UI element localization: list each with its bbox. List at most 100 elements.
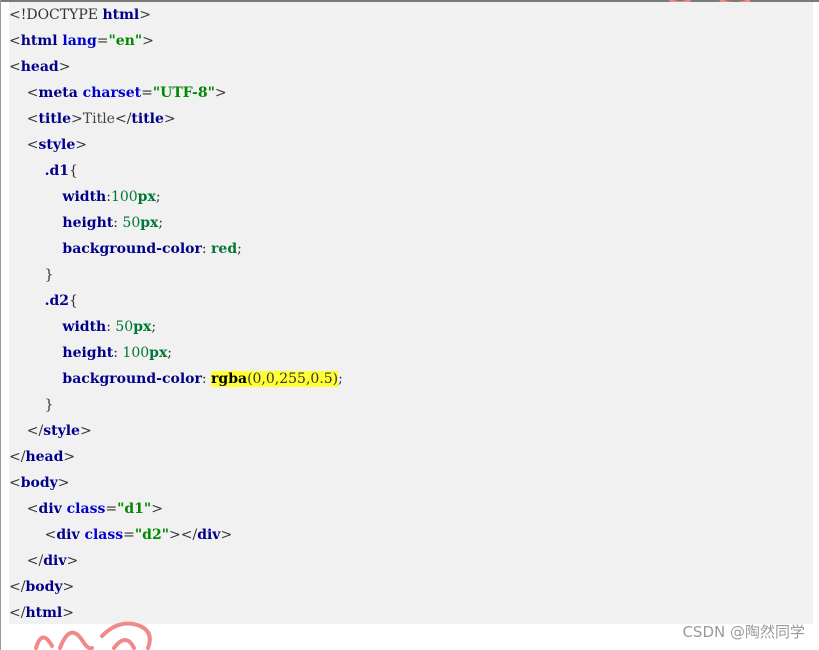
code-token: 100 <box>110 189 138 205</box>
code-line: <div class="d1"> <box>9 496 163 522</box>
code-token: </ <box>9 579 26 595</box>
csdn-watermark: CSDN @陶然同学 <box>682 623 805 641</box>
code-token: height <box>62 215 114 231</box>
code-token: > <box>66 553 79 569</box>
code-token: > <box>79 423 92 439</box>
code-token: < <box>9 475 21 491</box>
code-token: meta <box>38 85 78 101</box>
code-token: html <box>102 7 140 23</box>
code-token: style <box>43 423 80 439</box>
code-block[interactable]: <!DOCTYPE html> <html lang="en"> <head> <m… <box>9 2 813 624</box>
code-token: div <box>56 527 80 543</box>
code-token: </ <box>9 553 44 569</box>
code-token: html <box>20 33 58 49</box>
code-line: .d1{ <box>9 158 78 184</box>
code-token: .d2 <box>44 293 70 309</box>
code-line: <meta charset="UTF-8"> <box>9 80 227 106</box>
code-token: > <box>62 579 75 595</box>
code-token: style <box>38 137 76 153</box>
code-line: </head> <box>9 444 75 470</box>
code-token: : <box>201 371 212 387</box>
code-token: div <box>38 501 62 517</box>
code-token: < <box>9 111 39 127</box>
code-token: red <box>211 241 238 257</box>
code-line: <html lang="en"> <box>9 28 154 54</box>
code-token: .d1 <box>44 163 70 179</box>
swirl-decoration-icon <box>34 621 152 650</box>
code-token: Title <box>82 111 115 127</box>
code-line: </div> <box>9 548 78 574</box>
code-token: < <box>9 137 39 153</box>
code-token: ; <box>158 215 164 231</box>
code-token: <!DOCTYPE <box>9 7 103 23</box>
code-token: > <box>57 475 70 491</box>
code-token: > <box>163 111 176 127</box>
code-token: 100 <box>122 345 150 361</box>
code-token: ; <box>237 241 242 257</box>
code-token: background-color <box>62 241 202 257</box>
code-token: > <box>151 501 163 517</box>
code-line: background-color: rgba(0,0,255,0.5); <box>9 366 343 392</box>
code-token: title <box>131 111 164 127</box>
screenshot-page: <!DOCTYPE html> <html lang="en"> <head> <m… <box>0 0 819 650</box>
code-token: </ <box>9 449 26 465</box>
code-token: class <box>79 527 124 543</box>
code-token: ; <box>338 371 343 387</box>
code-token: rgba <box>211 371 248 387</box>
code-token: = <box>96 33 109 49</box>
code-token: 50 <box>115 319 134 335</box>
code-token: > <box>75 137 87 153</box>
code-line: } <box>9 392 54 418</box>
code-token: ></ <box>169 527 198 543</box>
code-line: background-color: red; <box>9 236 242 262</box>
code-token: px <box>133 319 152 335</box>
code-token: > <box>142 33 154 49</box>
code-line: width: 50px; <box>9 314 156 340</box>
code-token: < <box>9 59 21 75</box>
code-token: title <box>38 111 72 127</box>
code-token: div <box>197 527 221 543</box>
code-token: : <box>106 319 116 335</box>
code-token: > <box>71 111 83 127</box>
code-token: { <box>69 163 78 179</box>
code-token: > <box>214 85 227 101</box>
code-line: .d2{ <box>9 288 78 314</box>
code-token: body <box>20 475 58 491</box>
code-token: "d1" <box>117 501 152 517</box>
code-token: } <box>9 397 54 413</box>
code-token: width <box>62 319 107 335</box>
code-token: ; <box>151 319 157 335</box>
code-token: height <box>62 345 114 361</box>
code-token: body <box>25 579 63 595</box>
code-token: ; <box>155 189 161 205</box>
code-line: <!DOCTYPE html> <box>9 2 151 28</box>
code-line: <body> <box>9 470 70 496</box>
code-token: head <box>25 449 64 465</box>
code-token: head <box>20 59 59 75</box>
code-token: > <box>63 449 76 465</box>
code-token: background-color <box>62 371 202 387</box>
code-token: "d2" <box>134 527 170 543</box>
code-token: < <box>9 33 21 49</box>
code-token: = <box>141 85 153 101</box>
code-token: { <box>69 293 78 309</box>
code-token: width <box>62 189 107 205</box>
code-token: </ <box>114 111 132 127</box>
code-token: "UTF-8" <box>152 85 215 101</box>
code-token: px <box>137 189 156 205</box>
code-line: <div class="d2"></div> <box>9 522 233 548</box>
code-line: </body> <box>9 574 74 600</box>
code-line: width:100px; <box>9 184 161 210</box>
code-line: height: 100px; <box>9 340 172 366</box>
code-token: charset <box>77 85 142 101</box>
code-token: = <box>105 501 118 517</box>
code-line: <style> <box>9 132 87 158</box>
code-token: (0,0,255,0.5) <box>247 371 339 387</box>
code-token: </ <box>9 605 26 621</box>
